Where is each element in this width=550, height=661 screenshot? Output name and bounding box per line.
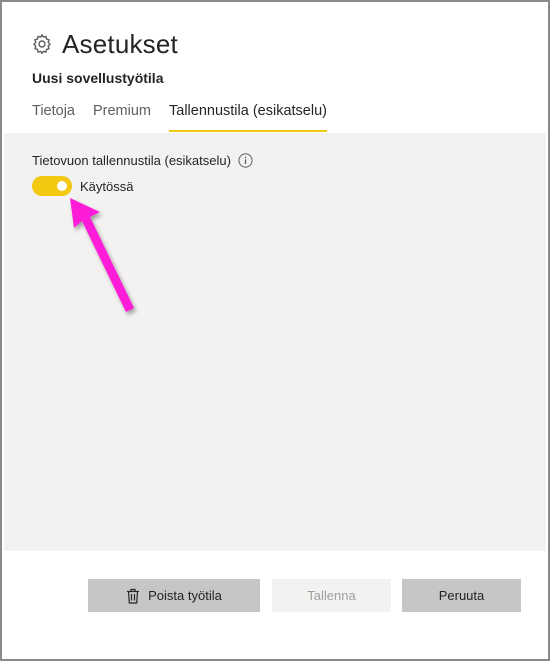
- setting-label: Tietovuon tallennustila (esikatselu): [32, 153, 231, 168]
- annotation-arrow: [70, 198, 134, 312]
- delete-button-label: Poista työtila: [148, 588, 222, 603]
- gear-icon: [32, 33, 52, 55]
- delete-workspace-button[interactable]: Poista työtila: [88, 579, 260, 612]
- title-row: Asetukset: [32, 28, 518, 60]
- dataflow-storage-setting: Tietovuon tallennustila (esikatselu): [32, 153, 253, 168]
- cancel-button[interactable]: Peruuta: [402, 579, 521, 612]
- settings-tabs: Tietoja Premium Tallennustila (esikatsel…: [32, 102, 345, 132]
- save-button[interactable]: Tallenna: [272, 579, 391, 612]
- settings-dialog: Asetukset Uusi sovellustyötila Tietoja P…: [0, 0, 550, 661]
- page-title: Asetukset: [62, 28, 178, 59]
- dialog-header: Asetukset: [32, 28, 518, 60]
- tab-storage[interactable]: Tallennustila (esikatselu): [169, 102, 327, 132]
- dialog-footer: Poista työtila Tallenna Peruuta: [2, 579, 548, 612]
- tab-about[interactable]: Tietoja: [32, 102, 75, 132]
- info-icon[interactable]: [238, 153, 253, 168]
- workspace-name: Uusi sovellustyötila: [32, 70, 164, 86]
- tab-premium[interactable]: Premium: [93, 102, 151, 132]
- trash-icon: [126, 588, 140, 604]
